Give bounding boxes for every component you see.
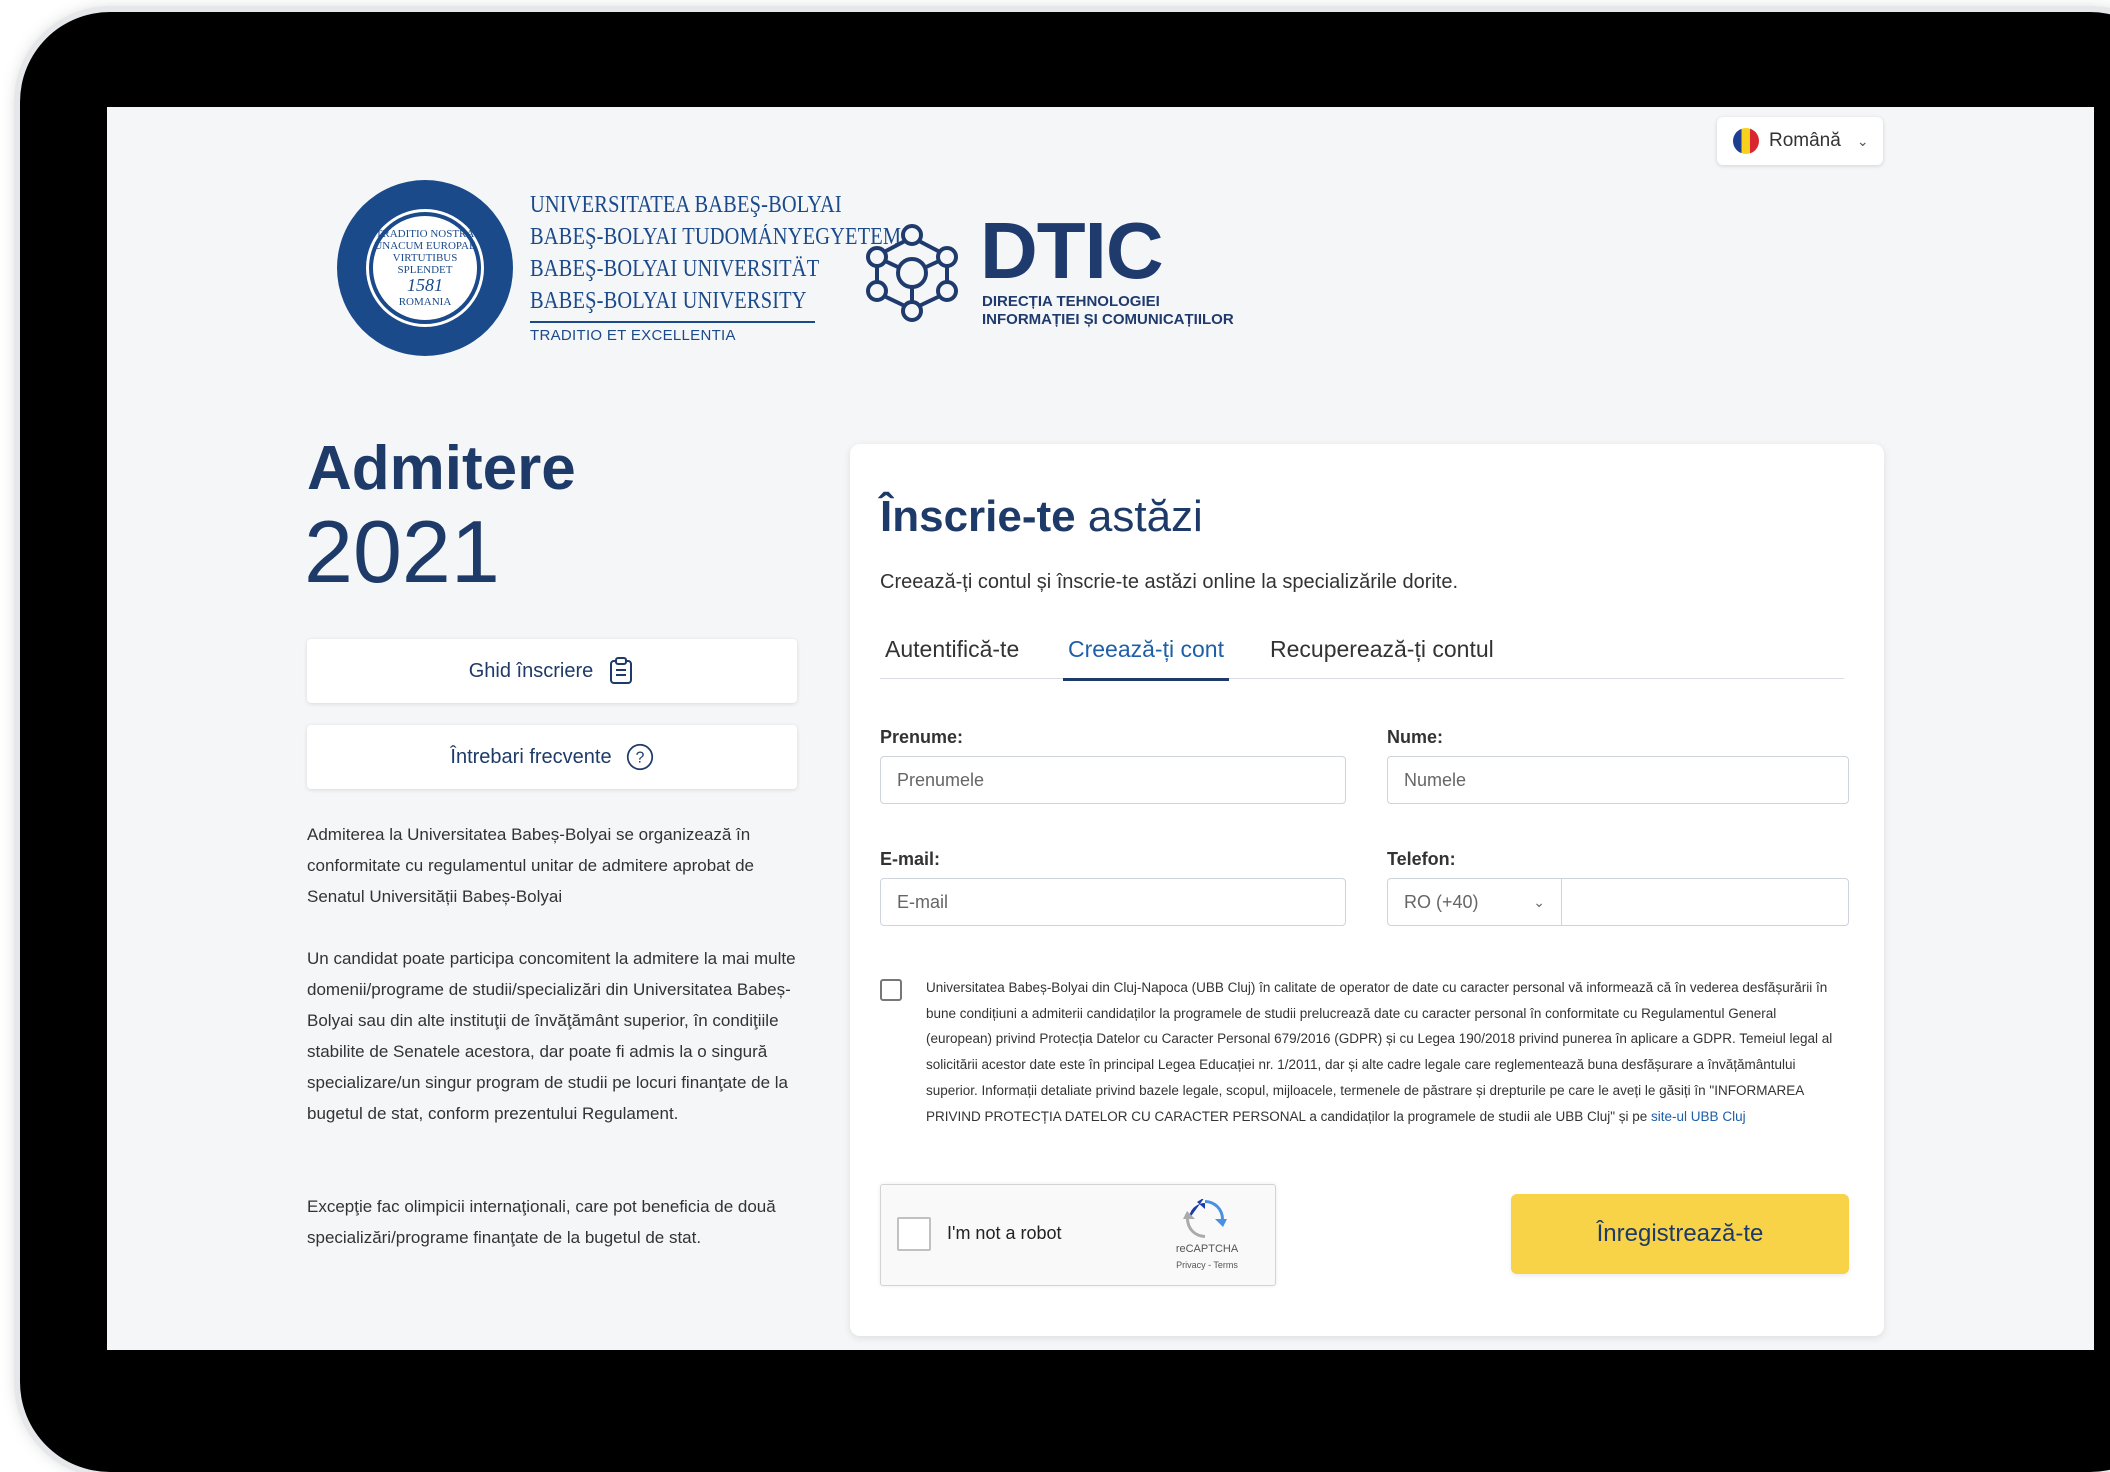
chevron-down-icon: ⌄ [1533, 893, 1545, 910]
tab-create-account[interactable]: Creează-ți cont [1063, 636, 1229, 681]
register-button[interactable]: Înregistrează-te [1511, 1194, 1849, 1274]
recaptcha-widget: I'm not a robot reCAPTCHA Privacy - Term… [880, 1184, 1276, 1286]
tablet-frame: Română ⌄ TRADITIO NOSTRA UNACUM EUROPAE … [20, 12, 2110, 1472]
seal-motto-2: UNACUM EUROPAE [374, 239, 476, 252]
clipboard-icon [607, 656, 635, 686]
ubb-motto: TRADITIO ET EXCELLENTIA [530, 327, 736, 344]
auth-tabs: Autentifică-te Creează-ți cont Recuperea… [880, 636, 1844, 681]
ubb-name-hu: BABEŞ-BOLYAI TUDOMÁNYEGYETEM [530, 224, 902, 250]
admission-year: 2021 [304, 502, 500, 601]
phone-country-value: RO (+40) [1404, 891, 1479, 912]
email-input[interactable]: E-mail [880, 878, 1346, 926]
ubb-site-link[interactable]: site-ul UBB Cluj [1651, 1109, 1746, 1124]
dtic-title: DTIC [980, 206, 1164, 295]
admission-title: Admitere [307, 434, 576, 503]
faq-label: Întrebari frecvente [450, 745, 612, 768]
last-name-input[interactable]: Numele [1387, 756, 1849, 804]
first-name-label: Prenume: [880, 727, 964, 747]
guide-label: Ghid înscriere [468, 659, 594, 682]
language-selector[interactable]: Română ⌄ [1717, 117, 1883, 165]
registration-card: Înscrie-te astăzi Creează-ți contul și î… [850, 444, 1884, 1336]
guide-button[interactable]: Ghid înscriere [307, 639, 797, 703]
phone-number-input[interactable] [1561, 878, 1849, 926]
seal-country: ROMANIA [398, 296, 452, 309]
ubb-name-block: UNIVERSITATEA BABEŞ-BOLYAI BABEŞ-BOLYAI … [530, 189, 902, 344]
card-subtitle: Creează-ți contul și înscrie-te astăzi o… [880, 571, 1459, 593]
question-circle-icon: ? [626, 742, 654, 772]
admission-info-paragraph-2: Un candidat poate participa concomitent … [307, 949, 796, 1123]
consent-body: Universitatea Babeș-Bolyai din Cluj-Napo… [926, 980, 1833, 1124]
admission-info-paragraph-3: Excepţie fac olimpicii internaţionali, c… [307, 1197, 776, 1247]
card-title-light: astăzi [1087, 492, 1203, 541]
chevron-down-icon: ⌄ [1856, 132, 1869, 149]
recaptcha-logo-icon [1183, 1199, 1227, 1238]
recaptcha-label: I'm not a robot [947, 1223, 1062, 1243]
last-name-label: Nume: [1387, 727, 1444, 747]
first-name-input[interactable]: Prenumele [880, 756, 1346, 804]
ubb-seal-logo: TRADITIO NOSTRA UNACUM EUROPAE VIRTUTIBU… [337, 180, 513, 356]
tab-login[interactable]: Autentifică-te [885, 636, 1019, 678]
card-title: Înscrie-te astăzi [880, 492, 1203, 542]
dtic-subtitle: DIRECȚIA TEHNOLOGIEI INFORMAȚIEI ȘI COMU… [982, 293, 1234, 329]
consent-checkbox[interactable] [880, 979, 902, 1001]
faq-button[interactable]: Întrebari frecvente ? [307, 725, 797, 789]
romania-flag-icon [1733, 128, 1759, 154]
dtic-network-icon [866, 224, 958, 322]
recaptcha-brand: reCAPTCHA [1175, 1243, 1239, 1255]
seal-center: TRADITIO NOSTRA UNACUM EUROPAE VIRTUTIBU… [369, 212, 481, 324]
dtic-subtitle-line-2: INFORMAȚIEI ȘI COMUNICAȚIILOR [982, 311, 1234, 328]
recaptcha-checkbox[interactable] [897, 1217, 931, 1251]
card-title-bold: Înscrie-te [880, 492, 1076, 541]
admission-info-paragraph-1: Admiterea la Universitatea Babeș-Bolyai … [307, 825, 754, 906]
ubb-name-en: BABEŞ-BOLYAI UNIVERSITY [530, 288, 807, 314]
gdpr-consent-text: Universitatea Babeș-Bolyai din Cluj-Napo… [926, 975, 1846, 1129]
language-label: Română [1769, 130, 1841, 151]
svg-text:?: ? [635, 749, 644, 766]
ubb-name-de: BABEŞ-BOLYAI UNIVERSITÄT [530, 256, 820, 282]
recaptcha-links[interactable]: Privacy - Terms [1157, 1260, 1257, 1270]
email-label: E-mail: [880, 849, 941, 869]
phone-country-select[interactable]: RO (+40) ⌄ [1387, 878, 1562, 926]
screen: Română ⌄ TRADITIO NOSTRA UNACUM EUROPAE … [107, 107, 2094, 1350]
ubb-divider [530, 321, 815, 323]
phone-label: Telefon: [1387, 849, 1456, 869]
seal-year: 1581 [407, 275, 443, 296]
seal-motto-1: TRADITIO NOSTRA [375, 227, 475, 240]
tab-recover-account[interactable]: Recuperează-ți contul [1270, 636, 1494, 678]
dtic-subtitle-line-1: DIRECȚIA TEHNOLOGIEI [982, 293, 1160, 310]
ubb-name-ro: UNIVERSITATEA BABEŞ-BOLYAI [530, 192, 842, 218]
seal-motto-3: VIRTUTIBUS SPLENDET [392, 252, 458, 277]
